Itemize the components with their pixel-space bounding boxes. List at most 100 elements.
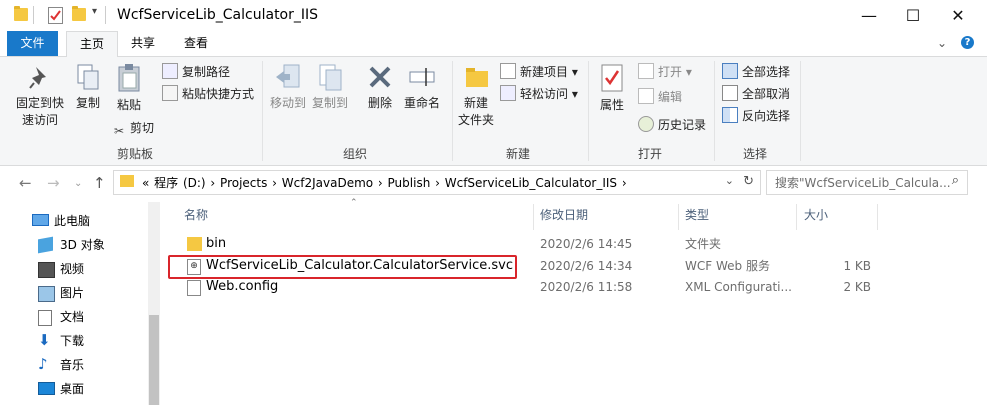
- group-divider: [714, 61, 715, 161]
- group-label-clipboard: 剪贴板: [116, 147, 153, 161]
- column-divider[interactable]: [533, 204, 534, 230]
- table-row[interactable]: Web.config 2020/2/6 11:58 XML Configurat…: [163, 276, 983, 298]
- tab-share[interactable]: 共享: [120, 31, 166, 56]
- move-to-button[interactable]: 移动到: [268, 63, 308, 112]
- pin-quick-access-button[interactable]: 固定到快 速访问: [12, 63, 68, 129]
- chevron-down-icon[interactable]: ⌄: [937, 36, 947, 50]
- up-arrow-icon[interactable]: ↑: [93, 174, 106, 192]
- tab-view[interactable]: 查看: [172, 31, 220, 56]
- copy-path-icon: [162, 63, 178, 79]
- folder-icon: [187, 237, 202, 251]
- cut-button[interactable]: ✂ 剪切: [112, 118, 154, 138]
- delete-label: 删除: [367, 96, 392, 110]
- select-all-label: 全部选择: [742, 65, 791, 79]
- invert-selection-label: 反向选择: [742, 109, 791, 123]
- new-folder-button[interactable]: 新建 文件夹: [456, 63, 496, 129]
- window-title: WcfServiceLib_Calculator_IIS: [117, 7, 319, 23]
- properties-label: 属性: [599, 98, 624, 112]
- new-item-icon: [500, 63, 516, 79]
- sort-ascending-icon: ⌃: [350, 198, 358, 208]
- search-icon[interactable]: ⌕: [952, 173, 959, 188]
- file-type: WCF Web 服务: [685, 259, 770, 273]
- select-all-button[interactable]: 全部选择: [722, 62, 790, 82]
- column-divider[interactable]: [796, 204, 797, 230]
- nav-scrollbar-thumb[interactable]: [149, 315, 159, 405]
- rename-button[interactable]: 重命名: [400, 63, 444, 112]
- forward-arrow-icon[interactable]: →: [47, 174, 60, 192]
- copy-path-button[interactable]: 复制路径: [162, 62, 230, 82]
- file-name: Web.config: [206, 279, 279, 294]
- divider: [105, 6, 106, 24]
- copy-to-button[interactable]: 复制到: [310, 63, 350, 112]
- column-divider[interactable]: [877, 204, 878, 230]
- column-header-date[interactable]: 修改日期: [540, 206, 588, 223]
- invert-selection-icon: [722, 107, 738, 123]
- address-bar[interactable]: « 程序 (D:) › Projects › Wcf2JavaDemo › Pu…: [113, 170, 761, 195]
- tab-home[interactable]: 主页: [66, 31, 118, 57]
- refresh-icon[interactable]: ↻: [743, 174, 754, 189]
- breadcrumb[interactable]: « 程序 (D:) › Projects › Wcf2JavaDemo › Pu…: [142, 174, 627, 191]
- download-icon: ⬇: [38, 331, 51, 349]
- address-dropdown-icon[interactable]: ⌄: [725, 174, 734, 187]
- paste-shortcut-button[interactable]: 粘贴快捷方式: [162, 84, 254, 104]
- nav-item-label: 音乐: [60, 358, 85, 372]
- nav-item-label: 此电脑: [54, 214, 91, 228]
- table-row[interactable]: bin 2020/2/6 14:45 文件夹: [163, 233, 983, 255]
- history-icon: [638, 116, 654, 132]
- maximize-button[interactable]: ☐: [890, 0, 936, 31]
- column-header-size[interactable]: 大小: [804, 206, 828, 223]
- new-folder-quick-icon[interactable]: [72, 6, 86, 21]
- select-none-icon: [722, 85, 738, 101]
- column-header-name[interactable]: 名称: [184, 206, 208, 223]
- open-icon: [638, 63, 654, 79]
- group-divider: [452, 61, 453, 161]
- properties-icon: [601, 64, 623, 92]
- group-label-new: 新建: [505, 147, 530, 161]
- group-label-open: 打开: [637, 147, 662, 161]
- paste-shortcut-icon: [162, 85, 178, 101]
- back-arrow-icon[interactable]: ←: [19, 174, 32, 192]
- new-folder-label-2: 文件夹: [457, 113, 494, 127]
- easy-access-button[interactable]: 轻松访问 ▾: [500, 84, 578, 104]
- pin-icon: [29, 67, 46, 89]
- help-icon[interactable]: ?: [961, 36, 974, 49]
- customize-toolbar-icon[interactable]: ▾: [92, 6, 97, 17]
- open-label: 打开: [658, 65, 683, 79]
- clipboard-icon: [118, 64, 140, 92]
- scissors-icon: ✂: [113, 124, 125, 138]
- select-none-button[interactable]: 全部取消: [722, 84, 790, 104]
- edit-label: 编辑: [658, 90, 683, 104]
- open-button[interactable]: 打开 ▾: [638, 62, 692, 82]
- move-to-label: 移动到: [269, 96, 306, 110]
- picture-icon: [38, 286, 55, 302]
- copy-button[interactable]: 复制: [72, 63, 104, 112]
- file-name: bin: [206, 236, 227, 251]
- tab-file[interactable]: 文件: [7, 31, 58, 56]
- properties-button[interactable]: 属性: [596, 63, 628, 114]
- title-bar: ▾ WcfServiceLib_Calculator_IIS — ☐ ✕: [0, 0, 987, 31]
- new-folder-label-1: 新建: [463, 96, 488, 110]
- recent-locations-chevron-icon[interactable]: ⌄: [74, 178, 82, 189]
- ribbon-tabs: 文件 主页 共享 查看 ⌄ ?: [0, 31, 987, 57]
- search-input[interactable]: 搜索"WcfServiceLib_Calcula... ⌕: [766, 170, 968, 195]
- close-button[interactable]: ✕: [935, 0, 981, 31]
- cube-icon: [38, 236, 53, 254]
- group-divider: [588, 61, 589, 161]
- paste-button[interactable]: 粘贴: [112, 63, 146, 114]
- minimize-button[interactable]: —: [846, 0, 892, 31]
- nav-item-label: 下载: [60, 334, 85, 348]
- column-divider[interactable]: [678, 204, 679, 230]
- edit-button[interactable]: 编辑: [638, 87, 682, 107]
- group-divider: [800, 61, 801, 161]
- properties-quick-icon[interactable]: [48, 7, 63, 24]
- highlight-box: [168, 255, 517, 279]
- delete-button[interactable]: 删除: [364, 63, 396, 112]
- nav-item-label: 文档: [60, 310, 85, 324]
- divider: [33, 6, 34, 24]
- history-button[interactable]: 历史记录: [638, 115, 706, 135]
- invert-selection-button[interactable]: 反向选择: [722, 106, 790, 126]
- new-item-button[interactable]: 新建项目 ▾: [500, 62, 578, 82]
- pin-label-2: 速访问: [21, 113, 58, 127]
- column-header-type[interactable]: 类型: [685, 206, 709, 223]
- nav-item-label: 桌面: [60, 382, 85, 396]
